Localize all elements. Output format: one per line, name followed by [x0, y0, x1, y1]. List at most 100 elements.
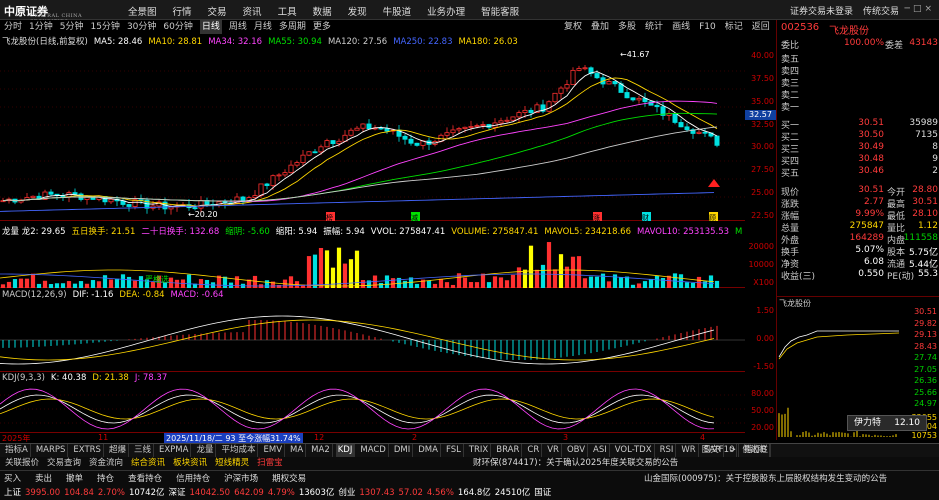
status-button-0[interactable]: 买入: [4, 474, 21, 484]
nav-item-6[interactable]: 扫雷宝: [257, 457, 283, 470]
right-tab-0[interactable]: 图文F10: [700, 444, 738, 457]
timeframe-2[interactable]: 5分钟: [60, 20, 84, 34]
volume-bar: [462, 277, 468, 288]
indicator-tab-2[interactable]: EXTRS: [71, 444, 104, 457]
menu-item-2[interactable]: 交易: [208, 4, 227, 18]
stat-row-4-value2: 111558: [903, 233, 938, 243]
timeframe-4[interactable]: 30分钟: [127, 20, 156, 34]
timeframe-6[interactable]: 日线: [199, 20, 222, 34]
tool-1[interactable]: 叠加: [591, 20, 609, 34]
status-button-3[interactable]: 持仓: [97, 474, 114, 484]
nav-item-3[interactable]: 综合资讯: [131, 457, 165, 470]
indicator-tab-21[interactable]: ASI: [591, 444, 610, 457]
indicator-tab-7[interactable]: 平均成本: [219, 444, 259, 457]
tool-7[interactable]: 返回: [752, 20, 770, 34]
timeframe-8[interactable]: 月线: [254, 20, 272, 34]
indicator-tab-6[interactable]: 龙量: [194, 444, 217, 457]
status-button-7[interactable]: 期权交易: [272, 474, 306, 484]
macd-legend-item-0: MACD(12,26,9): [2, 290, 67, 300]
indicator-tab-5[interactable]: EXPMA: [157, 444, 192, 457]
tool-5[interactable]: F10: [699, 20, 716, 34]
close-icon[interactable]: ×: [924, 4, 935, 14]
indicator-tab-4[interactable]: 三线: [132, 444, 154, 457]
status-button-6[interactable]: 沪深市场: [224, 474, 258, 484]
menu-item-9[interactable]: 智能客服: [481, 4, 519, 18]
vol-legend-item-10: M: [735, 227, 743, 237]
timeframe-10[interactable]: 更多: [313, 20, 331, 34]
news-ticker-2[interactable]: 山金国际(000975)：关于控股股东上层股权结构发生变动的公告: [644, 472, 887, 484]
menu-item-0[interactable]: 全景图: [128, 4, 157, 18]
index-0-name[interactable]: 上证: [4, 488, 21, 498]
stat-row-7-label2: PE(动): [887, 272, 915, 282]
tool-6[interactable]: 标记: [725, 20, 743, 34]
timeframe-9[interactable]: 多周期: [279, 20, 306, 34]
menu-item-1[interactable]: 行情: [173, 4, 192, 18]
timeframe-7[interactable]: 周线: [229, 20, 247, 34]
menu-item-3[interactable]: 资讯: [243, 4, 262, 18]
index-1-name[interactable]: 深证: [168, 488, 185, 498]
maximize-icon[interactable]: □: [913, 4, 925, 14]
nav-item-2[interactable]: 资金流向: [89, 457, 123, 470]
volume-bar: [348, 259, 354, 288]
volume-bar: [288, 276, 294, 288]
nav-item-0[interactable]: 关联报价: [5, 457, 39, 470]
price-axis-tick-3: 32.50: [751, 119, 774, 129]
kdj-panel[interactable]: [0, 385, 745, 433]
top-link-1[interactable]: 传统交易: [863, 7, 899, 17]
indicator-tab-11[interactable]: KDJ: [335, 444, 356, 457]
indicator-tab-10[interactable]: MA2: [309, 444, 333, 457]
minimize-icon[interactable]: ─: [905, 4, 913, 14]
volume-panel[interactable]: 严格选: [0, 238, 745, 288]
indicator-tab-13[interactable]: DMI: [392, 444, 414, 457]
menu-item-4[interactable]: 工具: [278, 4, 297, 18]
indicator-tab-9[interactable]: MA: [288, 444, 307, 457]
indicator-tab-3[interactable]: 超爆: [107, 444, 129, 457]
tool-4[interactable]: 画线: [672, 20, 690, 34]
volume-bar: [690, 282, 696, 288]
indicator-tab-17[interactable]: BRAR: [494, 444, 523, 457]
menu-item-7[interactable]: 牛股道: [383, 4, 412, 18]
indicator-tab-22[interactable]: VOL-TDX: [613, 444, 655, 457]
macd-panel[interactable]: [0, 302, 745, 372]
news-ticker[interactable]: 财环保(874417)：关于确认2025年度关联交易的公告: [473, 457, 678, 470]
nav-item-5[interactable]: 短线精灵: [215, 457, 249, 470]
timeframe-1[interactable]: 1分钟: [29, 20, 53, 34]
status-button-5[interactable]: 信用持仓: [176, 474, 210, 484]
indicator-tab-14[interactable]: DMA: [416, 444, 441, 457]
indicator-tab-20[interactable]: OBV: [565, 444, 589, 457]
indicator-tab-16[interactable]: TRIX: [467, 444, 492, 457]
indicator-tab-12[interactable]: MACD: [358, 444, 389, 457]
mini-axis-tick-3: 28.43: [914, 341, 937, 351]
kline-panel[interactable]: ←41.67 ←20.20 榜 减 涨 财 顾: [0, 47, 745, 222]
status-button-1[interactable]: 卖出: [35, 474, 52, 484]
timeframe-5[interactable]: 60分钟: [163, 20, 192, 34]
indicator-tab-1[interactable]: MARPS: [34, 444, 69, 457]
volume-chart: 严格选: [0, 242, 720, 288]
menu-item-6[interactable]: 发现: [348, 4, 367, 18]
menu-item-5[interactable]: 数据: [313, 4, 332, 18]
nav-item-1[interactable]: 交易查询: [47, 457, 81, 470]
indicator-tab-15[interactable]: FSL: [444, 444, 464, 457]
tool-3[interactable]: 统计: [645, 20, 663, 34]
indicator-tab-8[interactable]: EMV: [261, 444, 286, 457]
tool-0[interactable]: 复权: [564, 20, 582, 34]
window-controls[interactable]: ─□×: [905, 4, 935, 14]
status-button-2[interactable]: 撤单: [66, 474, 83, 484]
order-diff-value: 43143: [909, 38, 938, 48]
indicator-tab-23[interactable]: RSI: [658, 444, 677, 457]
top-link-0[interactable]: 证券交易未登录: [790, 7, 853, 17]
tool-2[interactable]: 多股: [618, 20, 636, 34]
buy-level-4-extra: 9: [932, 154, 938, 164]
indicator-tab-18[interactable]: CR: [525, 444, 543, 457]
index-2-name[interactable]: 创业: [338, 488, 355, 498]
indicator-tab-19[interactable]: VR: [545, 444, 562, 457]
timeframe-0[interactable]: 分时: [4, 20, 22, 34]
indicator-tab-0[interactable]: 指标A: [3, 444, 31, 457]
status-button-4[interactable]: 查看持仓: [128, 474, 162, 484]
menu-item-8[interactable]: 业务办理: [427, 4, 465, 18]
intraday-mini-chart[interactable]: 飞龙股份 30.51 29.82 29.13 28.43 27.74 27.05 26.36 2…: [777, 296, 939, 440]
right-tab-1[interactable]: 侧边栏: [740, 444, 771, 457]
volume-bar: [684, 282, 690, 288]
timeframe-3[interactable]: 15分钟: [90, 20, 119, 34]
nav-item-4[interactable]: 板块资讯: [173, 457, 207, 470]
